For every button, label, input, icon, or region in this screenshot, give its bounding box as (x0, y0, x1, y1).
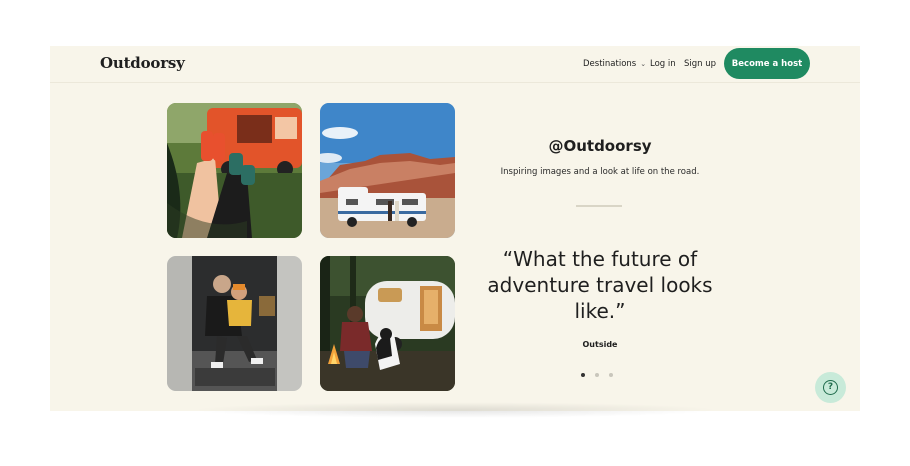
help-question-icon: ? (823, 380, 838, 395)
press-quote: “What the future of adventure travel loo… (487, 247, 713, 323)
photo-rv-canyon[interactable] (320, 103, 455, 238)
nav-signup-link[interactable]: Sign up (684, 59, 716, 69)
outdoorsy-logo[interactable]: Outdoorsy (100, 54, 185, 72)
top-nav: Outdoorsy Destinations ⌄ Log in Sign up B… (50, 46, 860, 83)
carousel-dots (581, 373, 613, 377)
photo-trailer-campfire[interactable] (320, 256, 455, 391)
handle-tagline: Inspiring images and a look at life on t… (500, 167, 700, 177)
quote-source: Outside (582, 340, 618, 349)
help-button[interactable]: ? (815, 372, 846, 403)
instagram-handle: @Outdoorsy (548, 137, 652, 155)
section-divider (576, 205, 622, 207)
nav-destinations-label: Destinations (583, 59, 637, 69)
carousel-dot-2[interactable] (595, 373, 599, 377)
photo-hammock-van[interactable] (167, 103, 302, 238)
nav-login-link[interactable]: Log in (650, 59, 676, 69)
nav-destinations-dropdown[interactable]: Destinations ⌄ (583, 59, 646, 69)
become-host-button[interactable]: Become a host (724, 48, 810, 79)
photo-van-family[interactable] (167, 256, 302, 391)
bottom-shadow (190, 402, 720, 418)
carousel-dot-3[interactable] (609, 373, 613, 377)
carousel-dot-1[interactable] (581, 373, 585, 377)
chevron-down-icon: ⌄ (640, 60, 647, 68)
page: Outdoorsy Destinations ⌄ Log in Sign up B… (50, 46, 860, 411)
